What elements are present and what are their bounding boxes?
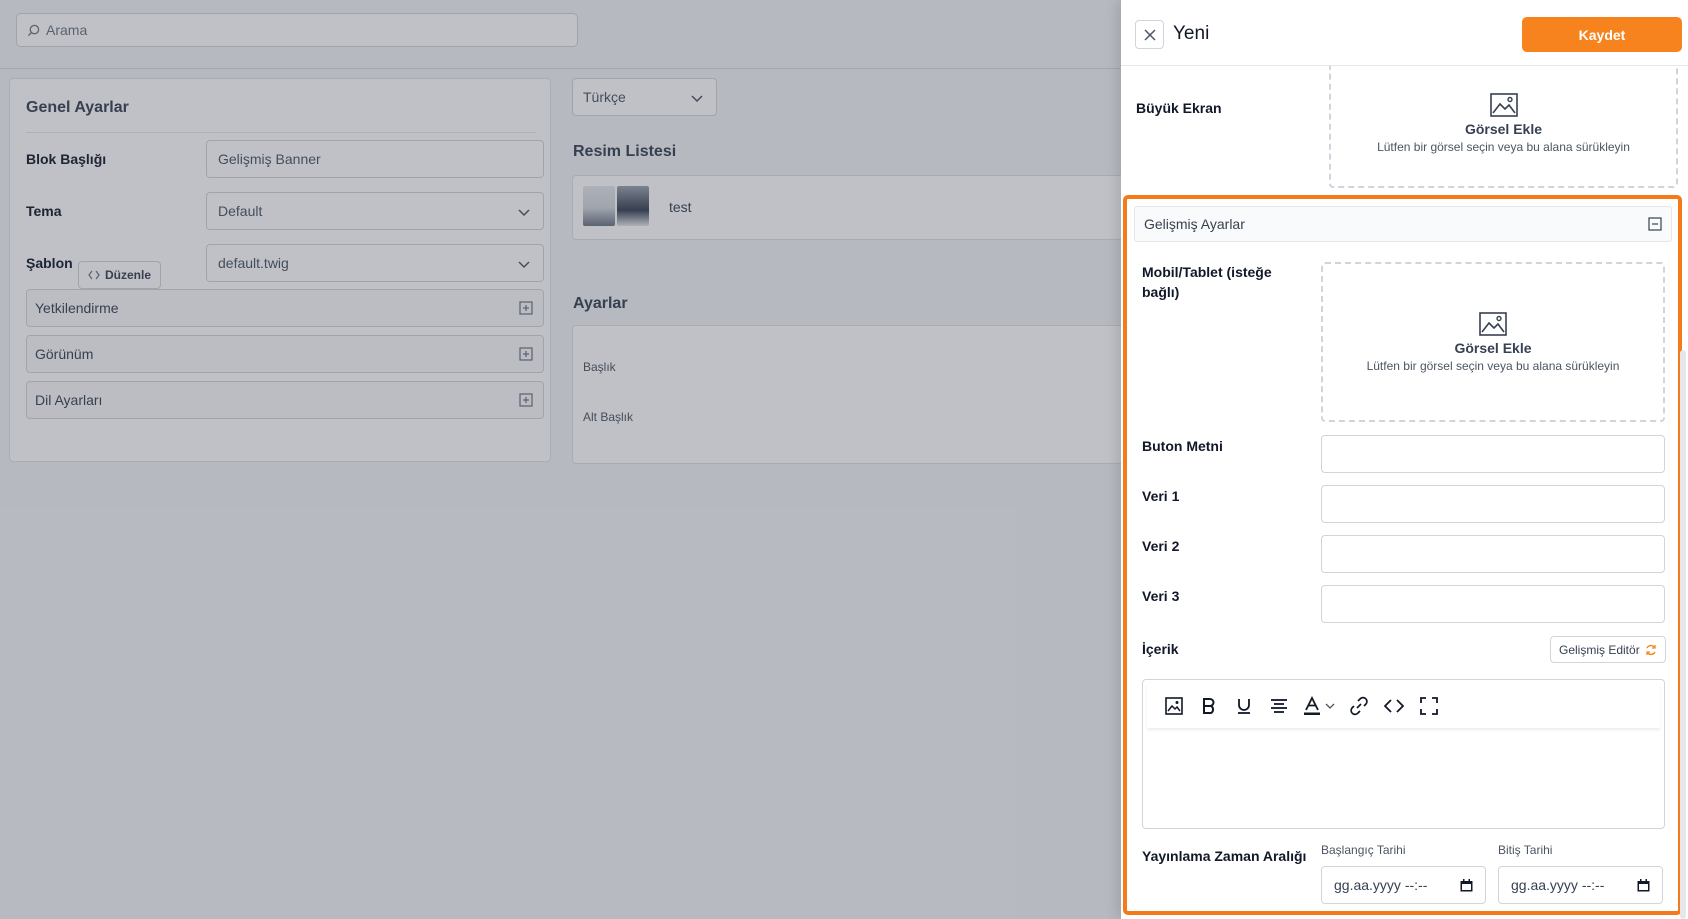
end-date-input[interactable]: gg.aa.yyyy --:-- xyxy=(1498,866,1663,904)
advanced-settings-title: Gelişmiş Ayarlar xyxy=(1144,216,1245,232)
collapse-icon xyxy=(1648,217,1662,231)
dropzone-subtitle: Lütfen bir görsel seçin veya bu alana sü… xyxy=(1377,139,1630,154)
content-label: İçerik xyxy=(1142,641,1179,657)
data1-input[interactable] xyxy=(1321,485,1665,523)
chevron-down-icon xyxy=(1325,703,1335,709)
publish-range-label: Yayınlama Zaman Aralığı xyxy=(1142,848,1307,864)
drawer-header: Yeni Kaydet xyxy=(1121,0,1688,66)
link-icon[interactable] xyxy=(1347,695,1370,718)
button-text-input[interactable] xyxy=(1321,435,1665,473)
code-icon[interactable] xyxy=(1382,695,1405,718)
side-drawer: Yeni Kaydet Büyük Ekran Görsel Ekle Lütf… xyxy=(1121,0,1688,919)
save-button[interactable]: Kaydet xyxy=(1522,17,1682,52)
data1-label: Veri 1 xyxy=(1142,488,1180,504)
data3-input[interactable] xyxy=(1321,585,1665,623)
text-color-icon[interactable] xyxy=(1302,696,1335,716)
fullscreen-icon[interactable] xyxy=(1417,695,1440,718)
data3-label: Veri 3 xyxy=(1142,588,1180,604)
refresh-icon xyxy=(1646,644,1656,655)
large-screen-dropzone[interactable]: Görsel Ekle Lütfen bir görsel seçin veya… xyxy=(1329,50,1678,188)
image-icon[interactable] xyxy=(1162,695,1185,718)
close-icon xyxy=(1143,28,1156,41)
align-center-icon[interactable] xyxy=(1267,695,1290,718)
image-icon xyxy=(1489,92,1518,117)
bold-icon[interactable] xyxy=(1197,695,1220,718)
close-button[interactable] xyxy=(1135,20,1164,49)
end-date-label: Bitiş Tarihi xyxy=(1498,843,1553,857)
end-date-placeholder: gg.aa.yyyy --:-- xyxy=(1511,877,1605,893)
dropzone-title: Görsel Ekle xyxy=(1464,120,1543,137)
calendar-icon[interactable] xyxy=(1637,879,1650,892)
calendar-icon[interactable] xyxy=(1460,879,1473,892)
start-date-input[interactable]: gg.aa.yyyy --:-- xyxy=(1321,866,1486,904)
advanced-editor-label: Gelişmiş Editör xyxy=(1559,642,1640,657)
drawer-title: Yeni xyxy=(1173,23,1210,44)
dropzone-subtitle: Lütfen bir görsel seçin veya bu alana sü… xyxy=(1366,358,1620,373)
start-date-placeholder: gg.aa.yyyy --:-- xyxy=(1334,877,1428,893)
image-icon xyxy=(1479,311,1507,336)
editor-toolbar xyxy=(1147,684,1660,728)
underline-icon[interactable] xyxy=(1232,695,1255,718)
dropzone-title: Görsel Ekle xyxy=(1454,339,1532,356)
drawer-scrollbar[interactable] xyxy=(1680,350,1686,919)
large-screen-label: Büyük Ekran xyxy=(1136,100,1222,116)
advanced-settings-header[interactable]: Gelişmiş Ayarlar xyxy=(1134,206,1672,242)
mobile-image-dropzone[interactable]: Görsel Ekle Lütfen bir görsel seçin veya… xyxy=(1321,262,1665,422)
start-date-label: Başlangıç Tarihi xyxy=(1321,843,1406,857)
advanced-editor-button[interactable]: Gelişmiş Editör xyxy=(1550,636,1666,663)
button-text-label: Buton Metni xyxy=(1142,438,1223,454)
data2-label: Veri 2 xyxy=(1142,538,1180,554)
data2-input[interactable] xyxy=(1321,535,1665,573)
mobile-image-label: Mobil/Tablet (isteğe bağlı) xyxy=(1142,264,1272,300)
rich-text-editor[interactable] xyxy=(1142,679,1665,829)
